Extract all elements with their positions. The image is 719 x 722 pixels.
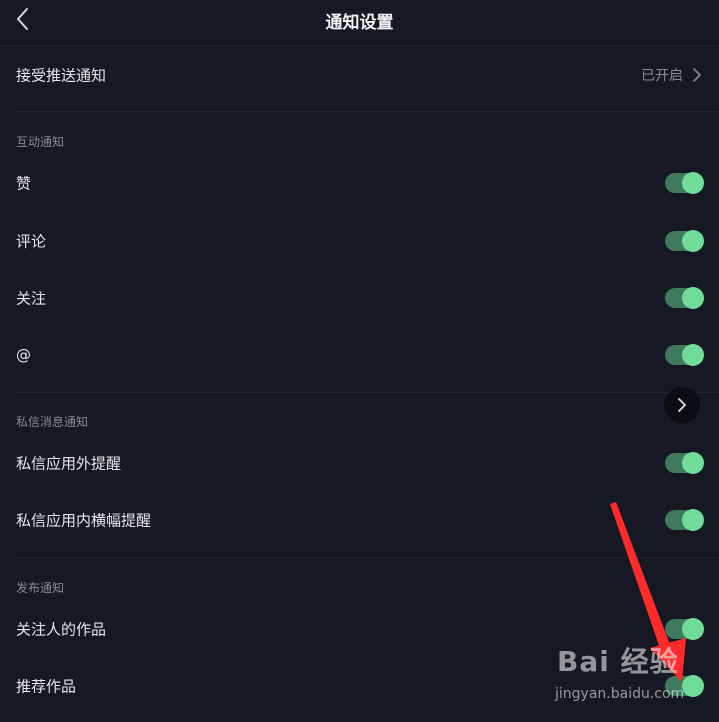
toggle-knob — [682, 172, 704, 194]
setting-row-outside-app: 私信应用外提醒 — [0, 443, 719, 483]
setting-label: 私信应用内横幅提醒 — [16, 511, 152, 530]
section-title-publish: 发布通知 — [16, 581, 65, 595]
setting-row-like: 赞 — [0, 163, 719, 203]
setting-label: 推荐作品 — [16, 677, 77, 696]
setting-row-in-app-banner: 私信应用内横幅提醒 — [0, 500, 719, 540]
outside-app-reminder-toggle[interactable] — [665, 452, 704, 474]
setting-row-comment: 评论 — [0, 221, 719, 261]
setting-row-followed-works: 关注人的作品 — [0, 609, 719, 649]
toggle-knob — [682, 287, 704, 309]
comment-toggle[interactable] — [665, 230, 704, 252]
setting-label: 关注 — [16, 289, 47, 308]
header-bar: 通知设置 — [0, 0, 719, 46]
toggle-knob — [682, 509, 704, 531]
section-title-interaction: 互动通知 — [16, 135, 65, 149]
mention-toggle[interactable] — [665, 344, 704, 366]
in-app-banner-toggle[interactable] — [665, 509, 704, 531]
notification-settings-page: 通知设置 接受推送通知 已开启 互动通知 赞 评论 关注 @ 私信消息通知 私信… — [0, 0, 719, 722]
toggle-knob — [682, 230, 704, 252]
toggle-knob — [682, 675, 704, 697]
push-notification-label: 接受推送通知 — [16, 66, 107, 85]
page-title: 通知设置 — [325, 13, 394, 33]
section-title-messages: 私信消息通知 — [16, 415, 89, 429]
setting-label: 关注人的作品 — [16, 620, 107, 639]
setting-label: @ — [16, 346, 31, 364]
divider — [16, 392, 719, 393]
setting-label: 评论 — [16, 232, 47, 251]
follow-toggle[interactable] — [665, 287, 704, 309]
setting-label: 私信应用外提醒 — [16, 454, 122, 473]
setting-row-recommended-works: 推荐作品 — [0, 666, 719, 706]
divider — [16, 111, 719, 112]
toggle-knob — [682, 452, 704, 474]
recommended-works-toggle[interactable] — [665, 675, 704, 697]
followed-works-toggle[interactable] — [665, 618, 704, 640]
toggle-knob — [682, 344, 704, 366]
divider — [16, 557, 719, 558]
setting-row-mention: @ — [0, 335, 719, 375]
setting-row-follow: 关注 — [0, 278, 719, 318]
setting-label: 赞 — [16, 174, 32, 193]
push-notification-row[interactable]: 接受推送通知 已开启 — [0, 55, 719, 95]
toggle-knob — [682, 618, 704, 640]
like-toggle[interactable] — [665, 172, 704, 194]
chevron-right-icon — [693, 68, 701, 82]
chevron-right-icon — [678, 398, 686, 412]
floating-expand-button[interactable] — [664, 387, 700, 423]
push-notification-status: 已开启 — [641, 68, 683, 84]
